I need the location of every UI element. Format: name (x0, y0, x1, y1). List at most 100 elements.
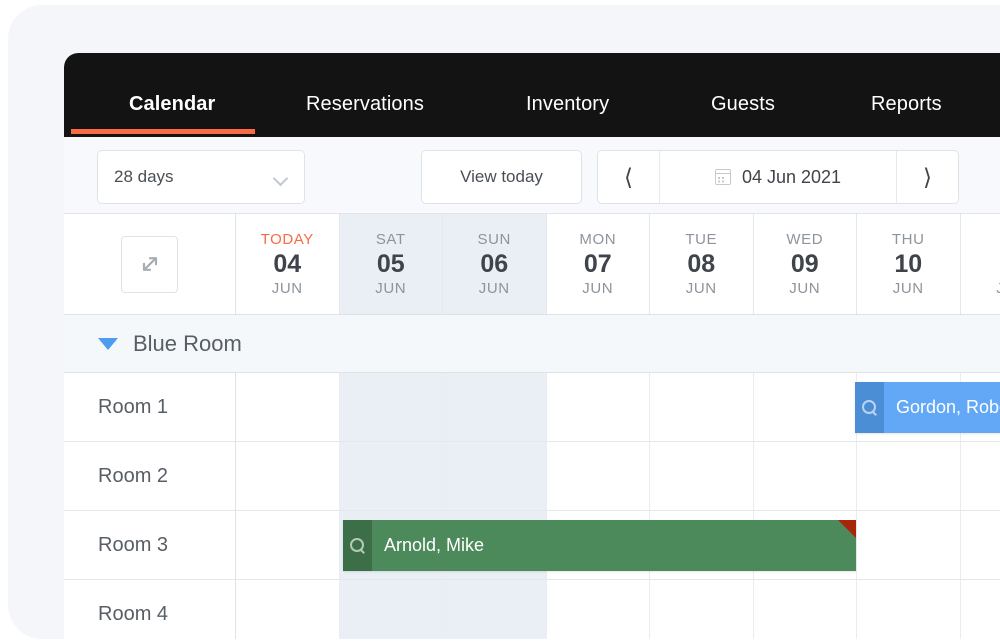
day-month-label: JUN (582, 280, 613, 297)
magnifier-icon (862, 400, 877, 415)
grid-cell[interactable] (961, 511, 1000, 579)
table-row: Room 1 Gordon, Robert (64, 373, 1000, 442)
grid-cell[interactable] (340, 442, 444, 510)
grid-cell[interactable] (754, 580, 858, 639)
nav-tab-guests[interactable]: Guests (709, 93, 777, 116)
day-month-label: JUN (479, 280, 510, 297)
room-group-header-blue-room[interactable]: Blue Room (64, 315, 1000, 373)
expand-diagonal-arrows-icon[interactable] (121, 236, 178, 293)
day-number: 07 (584, 250, 612, 279)
day-column-08[interactable]: TUE08JUN (650, 214, 754, 314)
top-navigation-bar: Calendar Reservations Inventory Guests Repor… (64, 53, 1000, 137)
grid-cell[interactable] (857, 511, 961, 579)
reservation-search-handle[interactable] (343, 520, 372, 571)
grid-cell[interactable] (236, 373, 340, 441)
grid-cell[interactable] (443, 442, 547, 510)
day-weekday-label: MON (579, 231, 616, 248)
day-column-09[interactable]: WED09JUN (754, 214, 858, 314)
table-row: Room 3 Arnold, Mike (64, 511, 1000, 580)
room-label-cell[interactable]: Room 2 (64, 442, 236, 510)
grid-cell[interactable] (340, 373, 444, 441)
reservation-guest-name: Arnold, Mike (384, 535, 484, 556)
day-number: 06 (480, 250, 508, 279)
day-weekday-label: WED (786, 231, 823, 248)
day-weekday-label: TODAY (261, 231, 314, 248)
day-column-11[interactable]: FRI11JUN (961, 214, 1000, 314)
reservation-body[interactable]: Arnold, Mike (372, 520, 856, 571)
date-picker[interactable]: 04 Jun 2021 (660, 151, 896, 203)
room-label: Room 4 (98, 603, 168, 626)
reservation-bar[interactable]: Arnold, Mike (343, 520, 856, 571)
view-today-label: View today (460, 167, 543, 187)
app-window: Calendar Reservations Inventory Guests Repor… (64, 53, 1000, 639)
day-month-label: JUN (996, 280, 1000, 297)
day-column-04[interactable]: TODAY 04JUN (236, 214, 340, 314)
grid-cell[interactable] (754, 442, 858, 510)
outer-panel: Calendar Reservations Inventory Guests Repor… (8, 5, 1000, 639)
day-weekday-label: TUE (685, 231, 717, 248)
nav-tab-calendar[interactable]: Calendar (127, 93, 217, 116)
day-column-07[interactable]: MON 07JUN (547, 214, 651, 314)
day-number: 10 (894, 250, 922, 279)
reservation-bar[interactable]: Gordon, Robert (855, 382, 1000, 433)
grid-cell[interactable] (236, 580, 340, 639)
grid-cell[interactable] (443, 373, 547, 441)
nav-tab-reservations[interactable]: Reservations (304, 93, 426, 116)
day-column-10[interactable]: THU10JUN (857, 214, 961, 314)
grid-cell[interactable] (857, 442, 961, 510)
grid-cell[interactable] (547, 373, 651, 441)
grid-cell[interactable] (547, 580, 651, 639)
date-navigator: ⟨ 04 Jun 2021 ⟩ (597, 150, 959, 204)
day-weekday-label: SUN (478, 231, 511, 248)
grid-cell[interactable] (236, 442, 340, 510)
table-row: Room 2 (64, 442, 1000, 511)
reservation-search-handle[interactable] (855, 382, 884, 433)
day-number: 04 (273, 250, 301, 279)
grid-cell[interactable] (961, 580, 1000, 639)
active-tab-underline (71, 129, 255, 134)
date-range-select-value: 28 days (114, 167, 174, 187)
triangle-down-icon[interactable] (98, 338, 118, 350)
day-column-05[interactable]: SAT 05JUN (340, 214, 444, 314)
grid-cell[interactable] (340, 580, 444, 639)
grid-cell[interactable] (650, 442, 754, 510)
room-rows: Room 1 Gordon, Robert Room 2Room 3 Arnold, … (64, 373, 1000, 639)
view-today-button[interactable]: View today (421, 150, 582, 204)
grid-cell[interactable] (650, 580, 754, 639)
reservation-body[interactable]: Gordon, Robert (884, 382, 1000, 433)
grid-cell[interactable] (857, 580, 961, 639)
chevron-right-icon[interactable]: ⟩ (896, 151, 958, 203)
grid-cell[interactable] (961, 442, 1000, 510)
chevron-left-icon[interactable]: ⟨ (598, 151, 660, 203)
grid-cell[interactable] (547, 442, 651, 510)
room-label-cell[interactable]: Room 3 (64, 511, 236, 579)
room-label-cell[interactable]: Room 1 (64, 373, 236, 441)
day-weekday-label: SAT (376, 231, 406, 248)
room-group-title: Blue Room (133, 331, 242, 357)
calendar-toolbar: 28 days View today ⟨ 04 Jun 2021 ⟩ (64, 137, 1000, 214)
day-number: 05 (377, 250, 405, 279)
table-row: Room 4 Hudson (64, 580, 1000, 639)
day-month-label: JUN (375, 280, 406, 297)
reservation-guest-name: Gordon, Robert (896, 397, 1000, 418)
grid-cell[interactable] (236, 511, 340, 579)
calendar-icon (715, 169, 731, 185)
day-number: 08 (687, 250, 715, 279)
grid-cell[interactable] (754, 373, 858, 441)
room-label-cell[interactable]: Room 4 (64, 580, 236, 639)
day-weekday-label: THU (892, 231, 925, 248)
grid-cell[interactable] (443, 580, 547, 639)
expand-cell (64, 214, 236, 314)
current-date-value: 04 Jun 2021 (742, 167, 841, 188)
day-columns: TODAY04JUNSAT05JUNSUN06JUNMON07JUNTUE08J… (236, 214, 1000, 314)
nav-tab-reports[interactable]: Reports (869, 93, 944, 116)
nav-tab-inventory[interactable]: Inventory (524, 93, 611, 116)
room-row-cells: Hudson (236, 580, 1000, 639)
room-label: Room 1 (98, 396, 168, 419)
grid-cell[interactable] (650, 373, 754, 441)
date-range-select[interactable]: 28 days (97, 150, 305, 204)
calendar-grid: Blue Room Room 1Gordon, RobertRoom 2Room… (64, 315, 1000, 639)
day-column-06[interactable]: SUN 06JUN (443, 214, 547, 314)
day-month-label: JUN (272, 280, 303, 297)
day-month-label: JUN (789, 280, 820, 297)
